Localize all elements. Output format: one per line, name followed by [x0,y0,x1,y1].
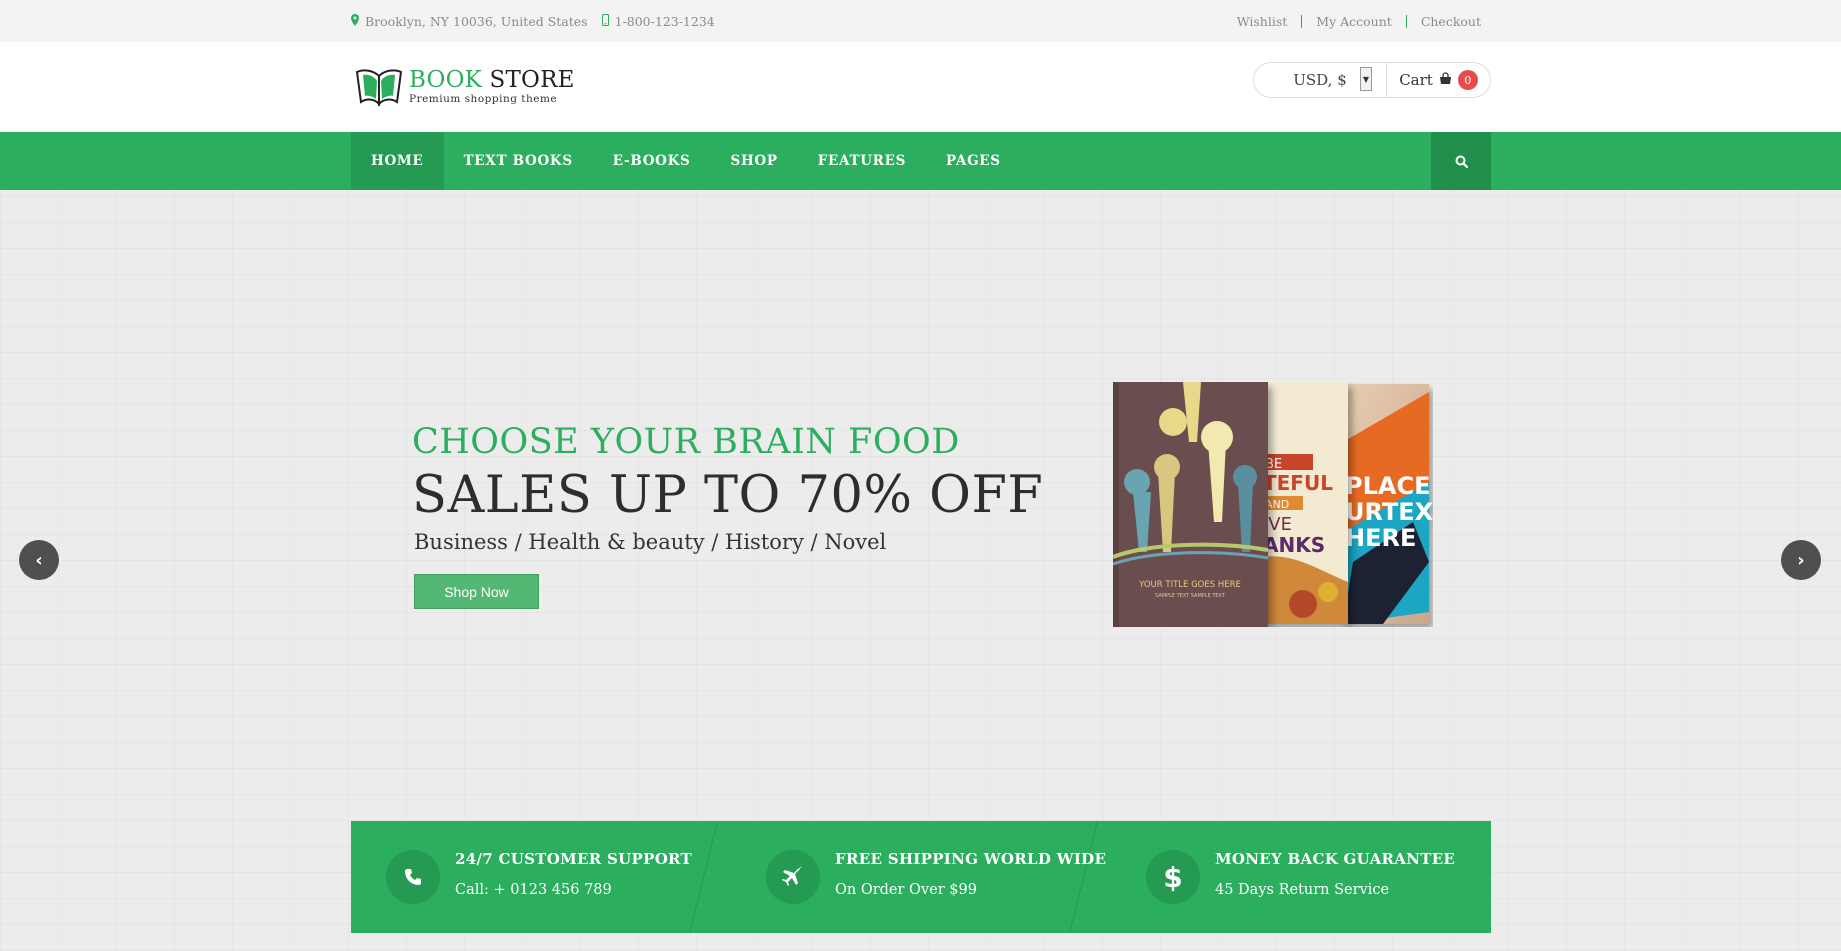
book1-subtitle: SAMPLE TEXT SAMPLE TEXT [1155,593,1226,599]
hero-categories: Business / Health & beauty / History / N… [414,530,887,554]
feature-subtitle: 45 Days Return Service [1215,882,1390,898]
book1-title: YOUR TITLE GOES HERE [1138,580,1241,590]
my-account-link[interactable]: My Account [1301,14,1406,28]
cart-button[interactable]: Cart 0 [1387,70,1490,90]
mobile-icon [601,13,609,29]
wishlist-link[interactable]: Wishlist [1223,15,1302,28]
hero-headline: SALES UP TO 70% OFF [412,466,1044,525]
phone-info: 1-800-123-1234 [601,13,715,29]
currency-value: USD, $ [1293,71,1347,89]
top-bar: Brooklyn, NY 10036, United States 1-800-… [0,0,1841,42]
book-cover-2: BE TEFUL AND IVE ANKS [1263,382,1348,624]
caret-down-icon[interactable]: ▼ [1360,67,1372,91]
address-text: Brooklyn, NY 10036, United States [365,13,588,29]
nav-item-text-books[interactable]: TEXT BOOKS [444,132,593,190]
currency-select[interactable]: USD, $ ▼ [1254,63,1387,97]
slider-next-button[interactable]: › [1781,540,1821,580]
logo-title-part1: BOOK [409,66,483,93]
chevron-left-icon: ‹ [35,549,43,571]
shop-now-button[interactable]: Shop Now [414,574,539,609]
shopping-bag-icon [1439,71,1452,89]
book3-line2: URTEXT [1345,498,1433,526]
features-strip: 24/7 CUSTOMER SUPPORT Call: + 0123 456 7… [351,821,1491,933]
checkout-link[interactable]: Checkout [1405,14,1491,28]
book3-line1: PLACE [1345,472,1430,500]
logo-title: BOOK STORE [409,68,575,92]
book2-line2: TEFUL [1263,471,1333,495]
book-cover-1: YOUR TITLE GOES HERE SAMPLE TEXT SAMPLE … [1113,382,1269,627]
logo[interactable]: BOOK STORE Premium shopping theme [355,66,575,106]
chevron-right-icon: › [1797,549,1805,571]
hero-books-image: PLACE URTEXT HERE BE TEFUL AND IVE ANKS [1113,382,1433,627]
phone-text: 1-800-123-1234 [614,13,715,29]
nav-item-e-books[interactable]: E-BOOKS [593,132,711,190]
feature-subtitle: Call: + 0123 456 789 [455,882,612,898]
phone-icon [386,850,440,904]
main-nav: HOME TEXT BOOKS E-BOOKS SHOP FEATURES PA… [0,132,1841,190]
hero-kicker: CHOOSE YOUR BRAIN FOOD [412,422,960,462]
book-cover-3: PLACE URTEXT HERE [1343,384,1433,624]
feature-title: FREE SHIPPING WORLD WIDE [835,850,1107,868]
header-controls: USD, $ ▼ Cart 0 [1253,62,1491,98]
feature-guarantee: $ MONEY BACK GUARANTEE 45 Days Return Se… [1111,821,1491,933]
map-marker-icon [351,13,359,29]
nav-item-shop[interactable]: SHOP [711,132,798,190]
book2-line3: AND [1265,498,1289,511]
feature-subtitle: On Order Over $99 [835,882,977,898]
feature-shipping: FREE SHIPPING WORLD WIDE On Order Over $… [731,821,1111,933]
address-info: Brooklyn, NY 10036, United States [351,13,588,29]
nav-item-home[interactable]: HOME [351,132,444,190]
search-icon [1455,155,1468,168]
book2-line5: ANKS [1263,533,1325,557]
open-book-icon [355,69,403,106]
search-button[interactable] [1431,132,1491,190]
cart-count-badge: 0 [1457,70,1478,90]
nav-item-pages[interactable]: PAGES [926,132,1021,190]
slider-prev-button[interactable]: ‹ [19,540,59,580]
feature-title: 24/7 CUSTOMER SUPPORT [455,850,693,868]
nav-item-features[interactable]: FEATURES [798,132,926,190]
book3-line3: HERE [1345,524,1416,552]
dollar-icon: $ [1146,850,1200,904]
feature-title: MONEY BACK GUARANTEE [1215,850,1456,868]
logo-title-part2: STORE [482,66,575,93]
feature-support: 24/7 CUSTOMER SUPPORT Call: + 0123 456 7… [351,821,731,933]
logo-tagline: Premium shopping theme [409,92,558,105]
header: BOOK STORE Premium shopping theme USD, $… [0,42,1841,132]
cart-label: Cart [1399,71,1433,89]
plane-icon [766,850,820,904]
